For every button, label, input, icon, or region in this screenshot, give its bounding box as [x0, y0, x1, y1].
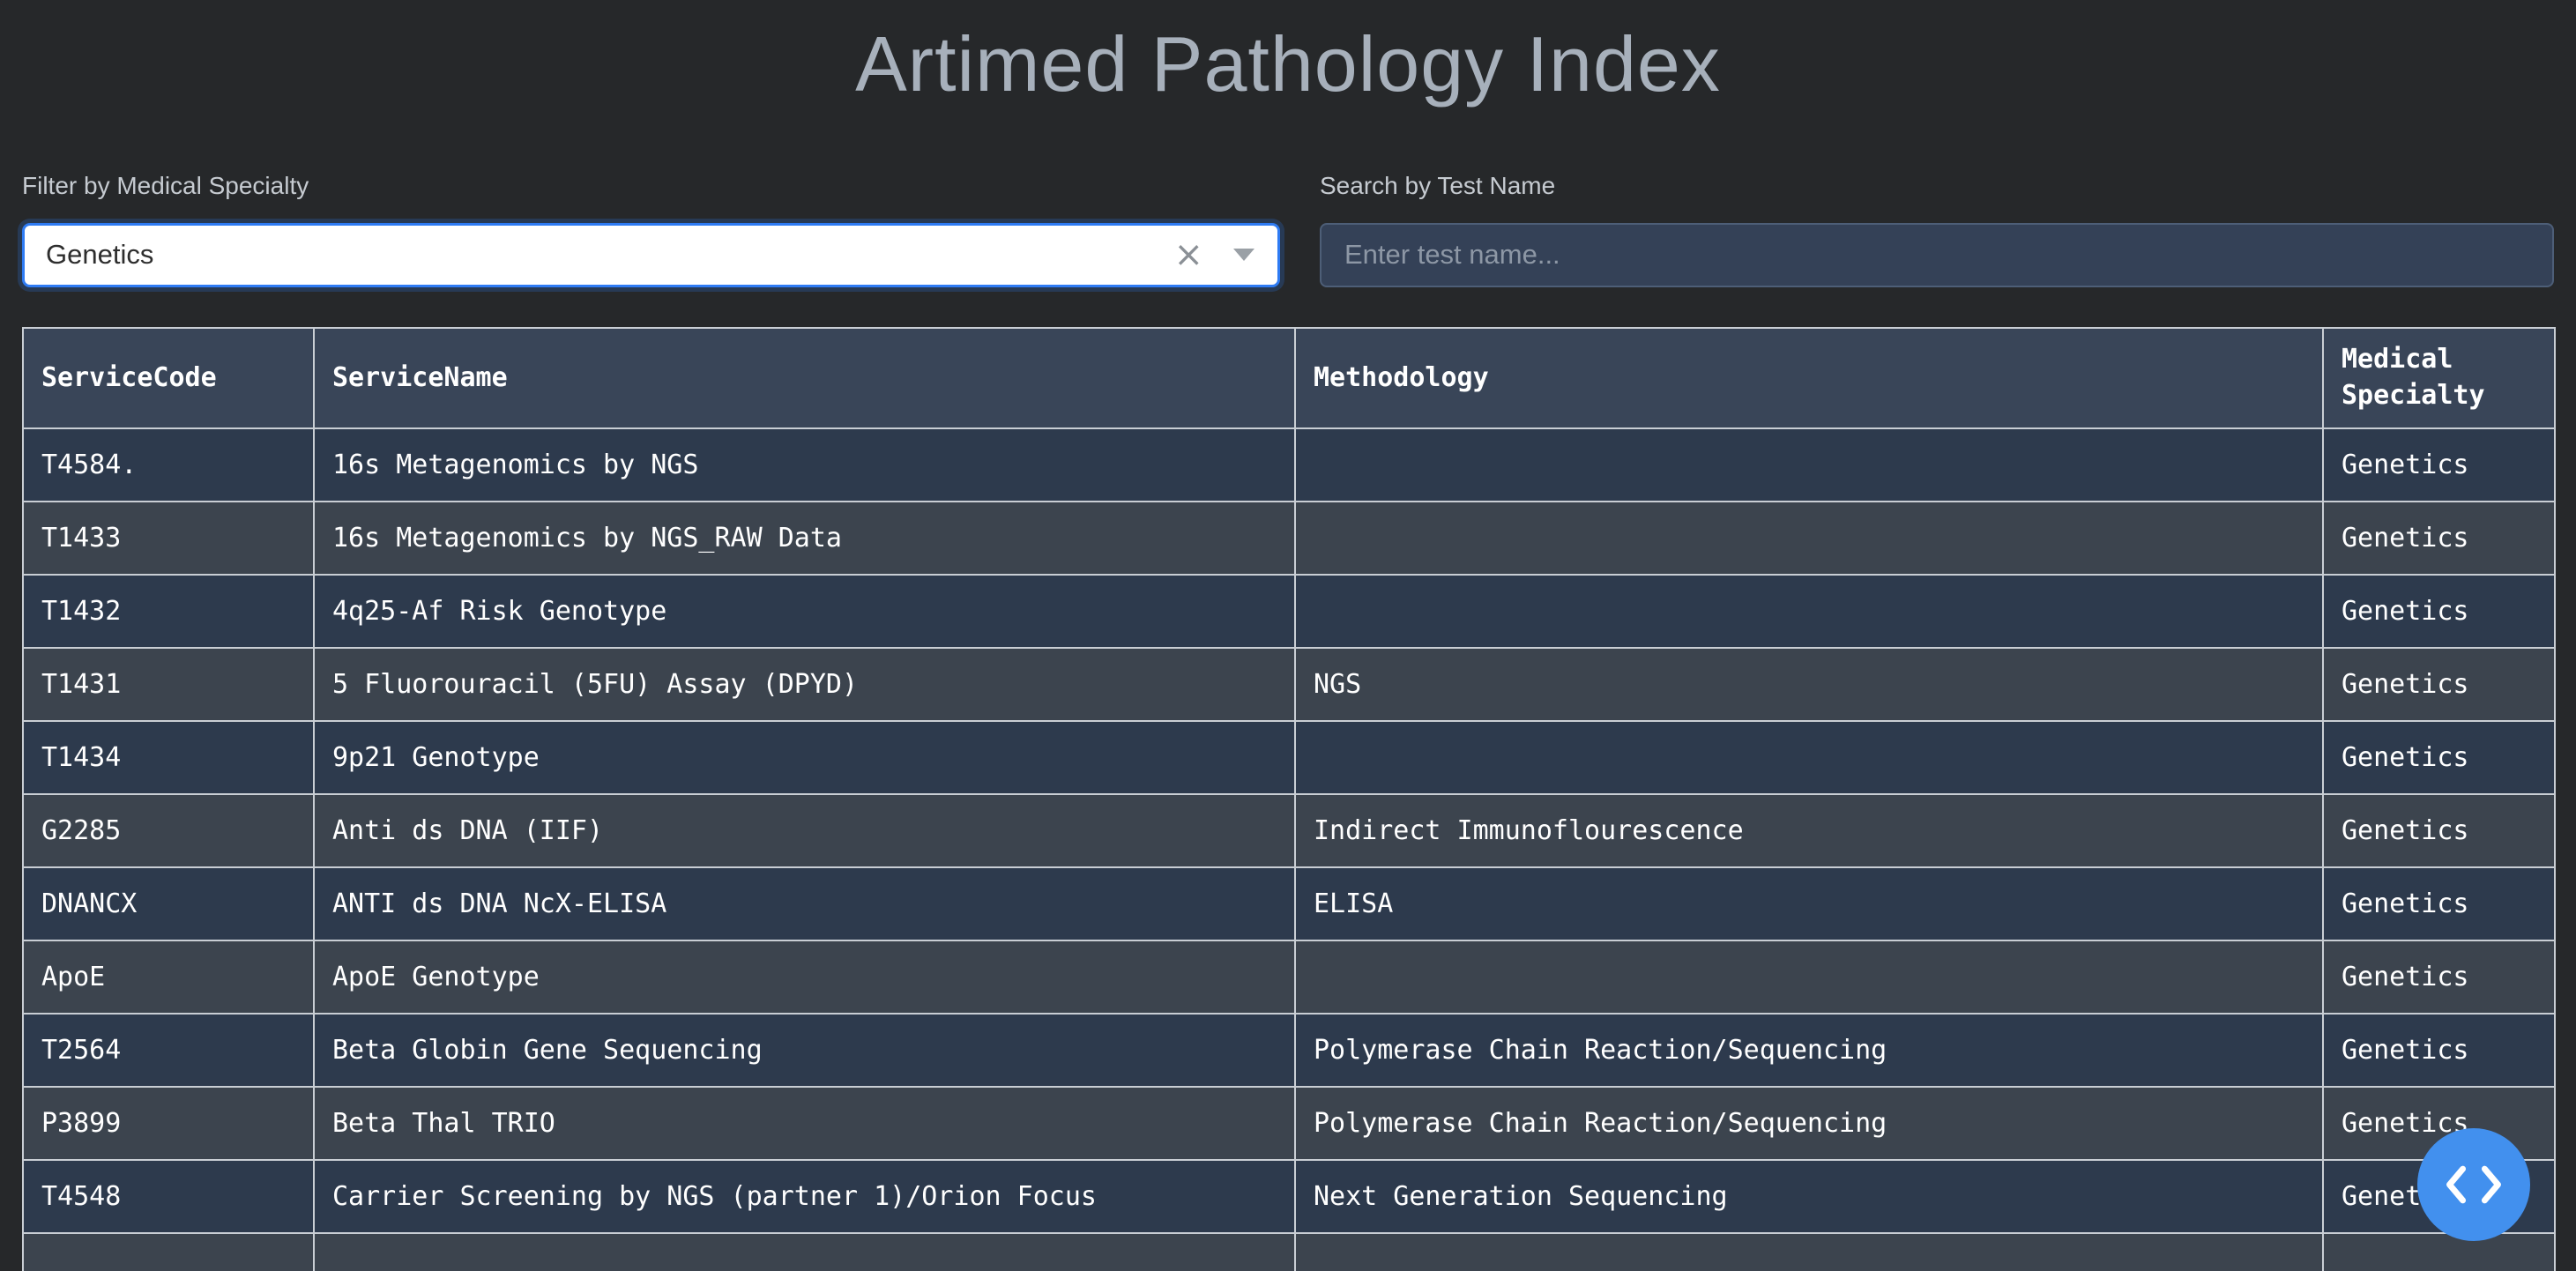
cell-service-name: Beta Thal TRIO	[314, 1087, 1295, 1160]
cell-service-name: ANTI ds DNA NcX-ELISA	[314, 867, 1295, 940]
table-row: DNANCXANTI ds DNA NcX-ELISAELISAGenetics	[23, 867, 2555, 940]
table-row: T2564Beta Globin Gene SequencingPolymera…	[23, 1014, 2555, 1087]
cell-service-name: ApoE Genotype	[314, 940, 1295, 1014]
cell-service-code: T4548	[23, 1160, 314, 1233]
cell-methodology: Polymerase Chain Reaction/Sequencing	[1295, 1014, 2323, 1087]
cell-methodology: ELISA	[1295, 867, 2323, 940]
search-label: Search by Test Name	[1320, 172, 2554, 200]
specialty-dropdown[interactable]: Genetics ×	[22, 223, 1280, 287]
cell-service-name: Carrier Screening by NGS (partner 1)/Ori…	[314, 1160, 1295, 1233]
header-servicecode: ServiceCode	[23, 328, 314, 428]
code-fab-button[interactable]	[2417, 1128, 2530, 1241]
pathology-table: ServiceCode ServiceName Methodology Medi…	[22, 327, 2556, 1271]
cell-service-code: T4584.	[23, 428, 314, 502]
cell-service-name: 9p21 Genotype	[314, 721, 1295, 794]
cell-service-code: T1432	[23, 575, 314, 648]
cell-medical-specialty: Genetics	[2323, 940, 2555, 1014]
table-header: ServiceCode ServiceName Methodology Medi…	[23, 328, 2555, 428]
table-row: T14324q25-Af Risk Genotype Genetics	[23, 575, 2555, 648]
cell-service-name: 5 Fluorouracil (5FU) Assay (DPYD)	[314, 648, 1295, 721]
cell-medical-specialty: Genetics	[2323, 721, 2555, 794]
table-row: T14315 Fluorouracil (5FU) Assay (DPYD)NG…	[23, 648, 2555, 721]
cell-service-name	[314, 1233, 1295, 1271]
page: Artimed Pathology Index Filter by Medica…	[0, 0, 2576, 1271]
cell-medical-specialty: Genetics	[2323, 867, 2555, 940]
cell-medical-specialty: Genetics	[2323, 794, 2555, 867]
specialty-dropdown-value: Genetics	[46, 239, 1173, 271]
cell-medical-specialty: Genetics	[2323, 1014, 2555, 1087]
cell-methodology	[1295, 575, 2323, 648]
cell-service-name: 16s Metagenomics by NGS	[314, 428, 1295, 502]
code-icon	[2445, 1164, 2503, 1205]
cell-service-code: T1431	[23, 648, 314, 721]
cell-medical-specialty: Genetics	[2323, 648, 2555, 721]
cell-service-code: P3899	[23, 1087, 314, 1160]
table-row: T14349p21 Genotype Genetics	[23, 721, 2555, 794]
cell-service-name: Anti ds DNA (IIF)	[314, 794, 1295, 867]
cell-methodology	[1295, 502, 2323, 575]
table-row: P3899Beta Thal TRIOPolymerase Chain Reac…	[23, 1087, 2555, 1160]
header-medical-specialty: Medical Specialty	[2323, 328, 2555, 428]
cell-methodology: Next Generation Sequencing	[1295, 1160, 2323, 1233]
table-body: T4584.16s Metagenomics by NGSGeneticsT14…	[23, 428, 2555, 1271]
table-row: T4548Carrier Screening by NGS (partner 1…	[23, 1160, 2555, 1233]
cell-medical-specialty: Genetics	[2323, 502, 2555, 575]
cell-medical-specialty: Genetics	[2323, 575, 2555, 648]
cell-service-code: T1434	[23, 721, 314, 794]
cell-medical-specialty	[2323, 1233, 2555, 1271]
cell-methodology	[1295, 940, 2323, 1014]
table-row: T143316s Metagenomics by NGS_RAW Data Gen…	[23, 502, 2555, 575]
cell-service-name: Beta Globin Gene Sequencing	[314, 1014, 1295, 1087]
search-input[interactable]	[1320, 223, 2554, 287]
search-section: Search by Test Name	[1320, 172, 2554, 287]
cell-service-code: G2285	[23, 794, 314, 867]
cell-methodology: NGS	[1295, 648, 2323, 721]
cell-methodology: Indirect Immunoflourescence	[1295, 794, 2323, 867]
cell-service-code	[23, 1233, 314, 1271]
cell-methodology	[1295, 428, 2323, 502]
table-header-row: ServiceCode ServiceName Methodology Medi…	[23, 328, 2555, 428]
table-row: T4584.16s Metagenomics by NGS Genetics	[23, 428, 2555, 502]
cell-service-name: 16s Metagenomics by NGS_RAW Data	[314, 502, 1295, 575]
header-methodology: Methodology	[1295, 328, 2323, 428]
cell-methodology	[1295, 721, 2323, 794]
cell-service-code: ApoE	[23, 940, 314, 1014]
header-servicename: ServiceName	[314, 328, 1295, 428]
table-row	[23, 1233, 2555, 1271]
filter-section: Filter by Medical Specialty Genetics ×	[22, 172, 1280, 287]
chevron-down-icon[interactable]	[1233, 249, 1254, 261]
cell-service-code: T2564	[23, 1014, 314, 1087]
clear-icon[interactable]: ×	[1173, 237, 1203, 272]
cell-methodology	[1295, 1233, 2323, 1271]
filter-label: Filter by Medical Specialty	[22, 172, 1280, 200]
cell-methodology: Polymerase Chain Reaction/Sequencing	[1295, 1087, 2323, 1160]
table-row: G2285Anti ds DNA (IIF)Indirect Immunoflo…	[23, 794, 2555, 867]
cell-medical-specialty: Genetics	[2323, 428, 2555, 502]
controls-row: Filter by Medical Specialty Genetics × S…	[22, 172, 2554, 287]
cell-service-code: DNANCX	[23, 867, 314, 940]
cell-service-code: T1433	[23, 502, 314, 575]
page-title: Artimed Pathology Index	[22, 12, 2554, 117]
cell-service-name: 4q25-Af Risk Genotype	[314, 575, 1295, 648]
table-row: ApoEApoE Genotype Genetics	[23, 940, 2555, 1014]
